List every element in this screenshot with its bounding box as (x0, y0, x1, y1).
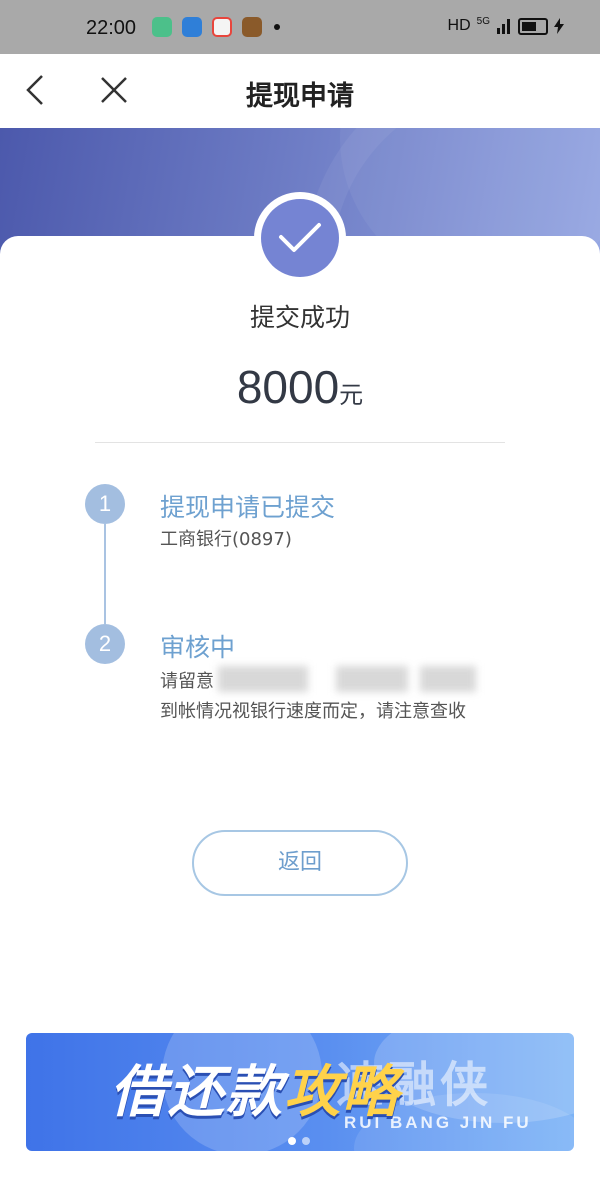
amount-value: 8000 (236, 361, 340, 413)
status-indicators: HD 5G (447, 15, 564, 35)
redacted-text (420, 666, 476, 692)
step-desc-1: 工商银行(0897) (160, 529, 292, 550)
redacted-text (218, 666, 308, 692)
step-number-1: 1 (85, 484, 125, 524)
pager-dot[interactable] (302, 1137, 310, 1145)
page-title: 提现申请 (246, 81, 354, 112)
signal-icon (497, 19, 510, 34)
green-app-icon (152, 17, 172, 37)
status-bar: 22:00 HD 5G (0, 0, 600, 54)
charging-icon (554, 18, 564, 34)
game-app-icon (242, 17, 262, 37)
success-message: 提交成功 (249, 303, 350, 332)
blue-app-icon (182, 17, 202, 37)
return-button[interactable]: 返回 (192, 830, 408, 896)
map-app-icon (212, 17, 232, 37)
redacted-text (336, 666, 408, 692)
banner-title-yellow: 攻略 (284, 1060, 400, 1125)
divider (95, 442, 505, 443)
network-label: HD (447, 17, 471, 34)
amount-display: 8000元 (0, 360, 600, 414)
banner-title: 借还款攻略 (110, 1047, 400, 1128)
notification-dot-icon (274, 24, 280, 30)
step-connector (104, 524, 106, 624)
signal-label: 5G (476, 15, 490, 27)
step-desc-2-line1: 请留意 (160, 671, 214, 692)
step-title-2: 审核中 (160, 633, 236, 662)
status-time: 22:00 (86, 17, 137, 39)
check-icon (261, 199, 339, 277)
status-app-icons (152, 17, 280, 37)
nav-bar: 提现申请 (0, 54, 600, 128)
step-number-2: 2 (85, 624, 125, 664)
step-title-1: 提现申请已提交 (160, 493, 336, 522)
step-desc-2-line2: 到帐情况视银行速度而定，请注意查收 (160, 701, 466, 722)
banner-pager[interactable] (288, 1137, 310, 1145)
amount-unit: 元 (339, 381, 364, 409)
pager-dot-active[interactable] (288, 1137, 296, 1145)
battery-icon (518, 17, 548, 35)
promo-banner[interactable]: 速融侠 RUI BANG JIN FU 借还款攻略 (26, 1033, 574, 1151)
success-badge (254, 192, 346, 284)
banner-title-white: 借还款 (110, 1060, 284, 1125)
